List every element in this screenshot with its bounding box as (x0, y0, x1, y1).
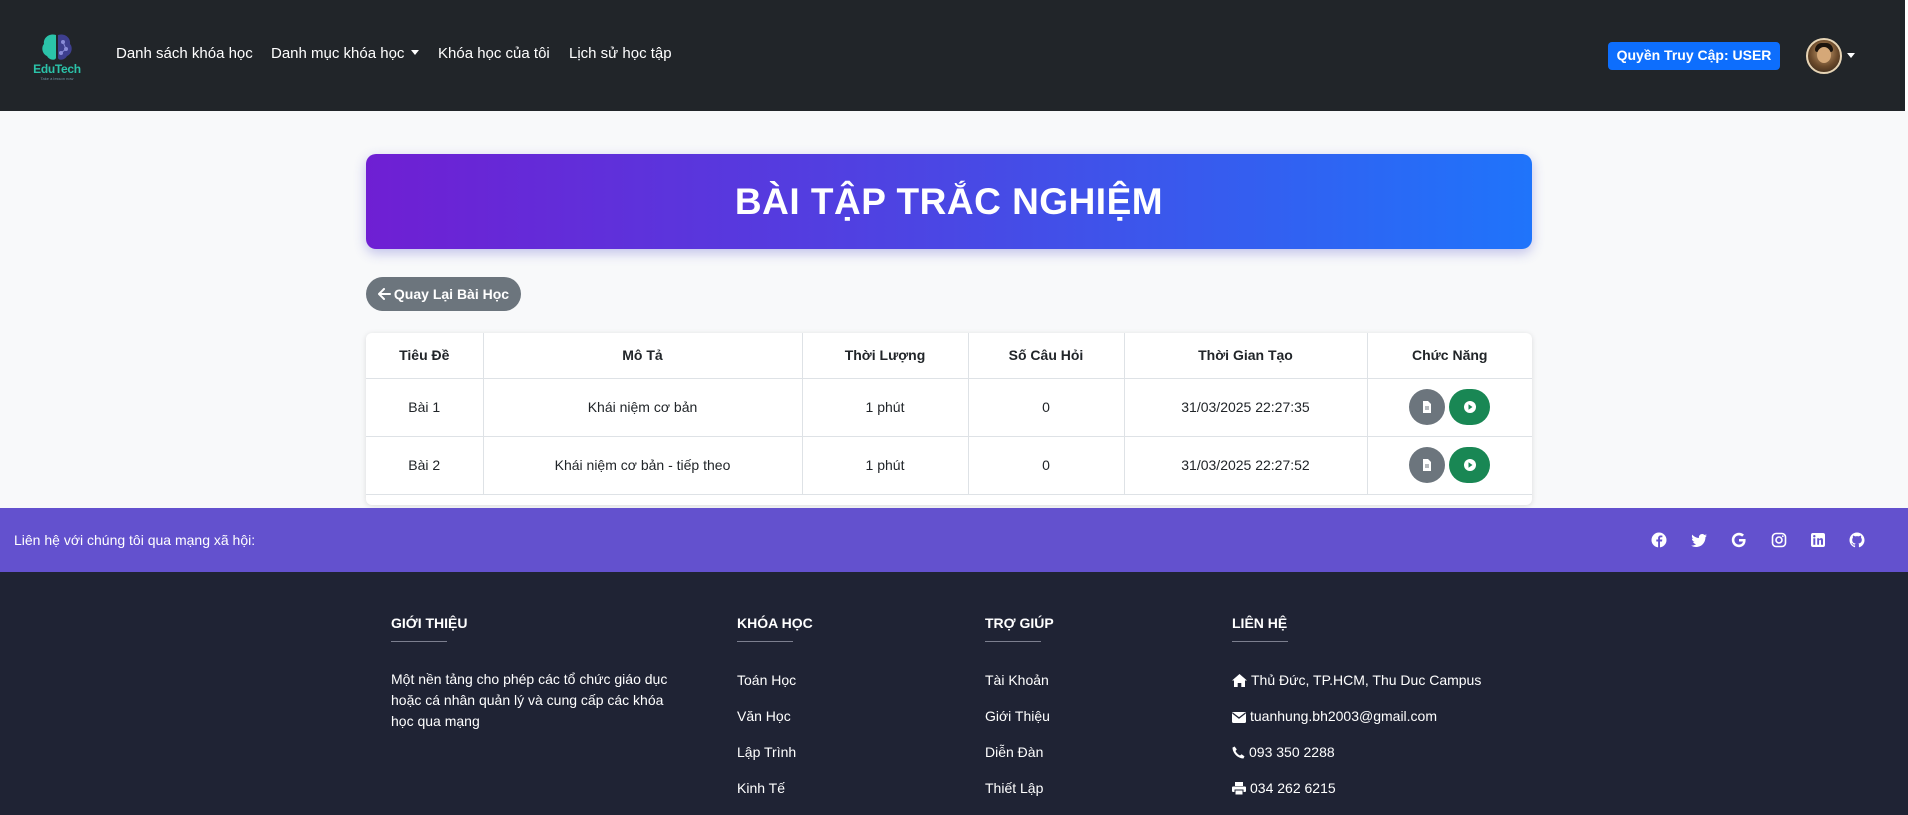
arrow-left-icon (377, 288, 391, 300)
footer-fax: 034 262 6215 (1232, 780, 1336, 796)
facebook-icon[interactable] (1651, 532, 1667, 548)
linkedin-icon[interactable] (1810, 532, 1826, 548)
footer-divider (737, 641, 793, 642)
nav-history[interactable]: Lịch sử học tập (569, 45, 672, 62)
footer-help-heading: TRỢ GIÚP (985, 615, 1054, 631)
header-title: Tiêu Đề (366, 333, 484, 379)
social-contact-text: Liên hệ với chúng tôi qua mạng xã hội: (14, 532, 256, 548)
play-icon (1463, 401, 1476, 413)
avatar-face (1817, 47, 1831, 63)
footer-address-text: Thủ Đức, TP.HCM, Thu Duc Campus (1251, 672, 1482, 688)
footer-email-text: tuanhung.bh2003@gmail.com (1250, 708, 1438, 724)
header-description: Mô Tả (482, 333, 803, 379)
footer-email: tuanhung.bh2003@gmail.com (1232, 708, 1437, 724)
start-quiz-button[interactable] (1449, 389, 1491, 425)
footer-about-text: Một nền tảng cho phép các tổ chức giáo d… (391, 671, 668, 729)
cell-title: Bài 2 (366, 435, 484, 495)
header-created-time: Thời Gian Tạo (1123, 333, 1368, 379)
chevron-down-icon (411, 50, 420, 55)
site-footer: GIỚI THIỆU Một nền tảng cho phép các tổ … (0, 572, 1908, 815)
footer-phone: 093 350 2288 (1232, 744, 1335, 760)
footer-link-account[interactable]: Tài Khoản (985, 672, 1049, 688)
user-avatar[interactable] (1806, 38, 1842, 74)
view-details-button[interactable] (1409, 389, 1446, 425)
back-to-lesson-button[interactable]: Quay Lại Bài Học (366, 277, 521, 311)
nav-categories-label: Danh mục khóa học (271, 45, 405, 62)
quiz-table: Tiêu Đề Mô Tả Thời Lượng Số Câu Hỏi Thời… (366, 333, 1532, 495)
footer-link-forum[interactable]: Diễn Đàn (985, 744, 1043, 760)
header-actions: Chức Năng (1366, 333, 1532, 379)
cell-actions (1366, 377, 1532, 437)
table-header-row: Tiêu Đề Mô Tả Thời Lượng Số Câu Hỏi Thời… (366, 333, 1532, 379)
page-banner: BÀI TẬP TRẮC NGHIỆM (366, 154, 1532, 249)
view-details-button[interactable] (1409, 447, 1446, 483)
brand-tagline: Take a lesson now (40, 76, 74, 81)
start-quiz-button[interactable] (1449, 447, 1491, 483)
footer-link-programming[interactable]: Lập Trình (737, 744, 796, 760)
cell-duration: 1 phút (801, 435, 969, 495)
footer-contact-heading: LIÊN HỆ (1232, 615, 1288, 631)
edutech-logo[interactable]: EduTech Take a lesson now (32, 32, 82, 81)
footer-link-economics[interactable]: Kinh Tế (737, 780, 785, 796)
cell-description: Khái niệm cơ bản (482, 377, 803, 437)
instagram-icon[interactable] (1771, 532, 1787, 548)
cell-questions: 0 (967, 377, 1125, 437)
nav-categories-dropdown[interactable]: Danh mục khóa học (271, 45, 420, 62)
play-icon (1463, 459, 1476, 471)
printer-icon (1232, 782, 1246, 796)
footer-divider (1232, 641, 1288, 642)
footer-link-settings[interactable]: Thiết Lập (985, 780, 1043, 796)
cell-questions: 0 (967, 435, 1125, 495)
footer-about-heading: GIỚI THIỆU (391, 615, 468, 631)
user-menu-chevron-icon[interactable] (1847, 53, 1855, 58)
cell-duration: 1 phút (801, 377, 969, 437)
footer-link-literature[interactable]: Văn Học (737, 708, 791, 724)
top-navbar: EduTech Take a lesson now Danh sách khóa… (0, 0, 1905, 111)
footer-divider (391, 641, 447, 642)
github-icon[interactable] (1849, 532, 1865, 548)
cell-actions (1366, 435, 1532, 495)
brand-name: EduTech (33, 62, 81, 76)
brain-logo-icon (42, 34, 72, 60)
footer-link-math[interactable]: Toán Học (737, 672, 796, 688)
page-title: BÀI TẬP TRẮC NGHIỆM (734, 181, 1164, 222)
footer-address: Thủ Đức, TP.HCM, Thu Duc Campus (1232, 672, 1481, 688)
quiz-table-card: Tiêu Đề Mô Tả Thời Lượng Số Câu Hỏi Thời… (366, 333, 1532, 505)
nav-course-list[interactable]: Danh sách khóa học (116, 45, 253, 62)
social-bar: Liên hệ với chúng tôi qua mạng xã hội: (0, 508, 1908, 572)
phone-icon (1232, 746, 1245, 759)
document-icon (1423, 401, 1432, 413)
cell-created: 31/03/2025 22:27:35 (1123, 377, 1368, 437)
envelope-icon (1232, 712, 1246, 723)
cell-title: Bài 1 (366, 377, 484, 437)
cell-created: 31/03/2025 22:27:52 (1123, 435, 1368, 495)
footer-link-about[interactable]: Giới Thiệu (985, 708, 1050, 724)
header-question-count: Số Câu Hỏi (967, 333, 1125, 379)
back-button-label: Quay Lại Bài Học (393, 286, 510, 302)
header-duration: Thời Lượng (801, 333, 969, 379)
footer-fax-text: 034 262 6215 (1250, 780, 1336, 796)
role-badge[interactable]: Quyền Truy Cập: USER (1608, 42, 1780, 70)
footer-divider (985, 641, 1041, 642)
nav-my-courses[interactable]: Khóa học của tôi (438, 45, 550, 62)
twitter-icon[interactable] (1691, 532, 1707, 548)
home-icon (1232, 674, 1247, 687)
document-icon (1423, 459, 1432, 471)
cell-description: Khái niệm cơ bản - tiếp theo (482, 435, 803, 495)
table-row: Bài 2 Khái niệm cơ bản - tiếp theo 1 phú… (366, 435, 1532, 495)
footer-courses-heading: KHÓA HỌC (737, 615, 813, 631)
footer-phone-text: 093 350 2288 (1249, 744, 1335, 760)
table-row: Bài 1 Khái niệm cơ bản 1 phút 0 31/03/20… (366, 377, 1532, 437)
google-icon[interactable] (1731, 532, 1747, 548)
